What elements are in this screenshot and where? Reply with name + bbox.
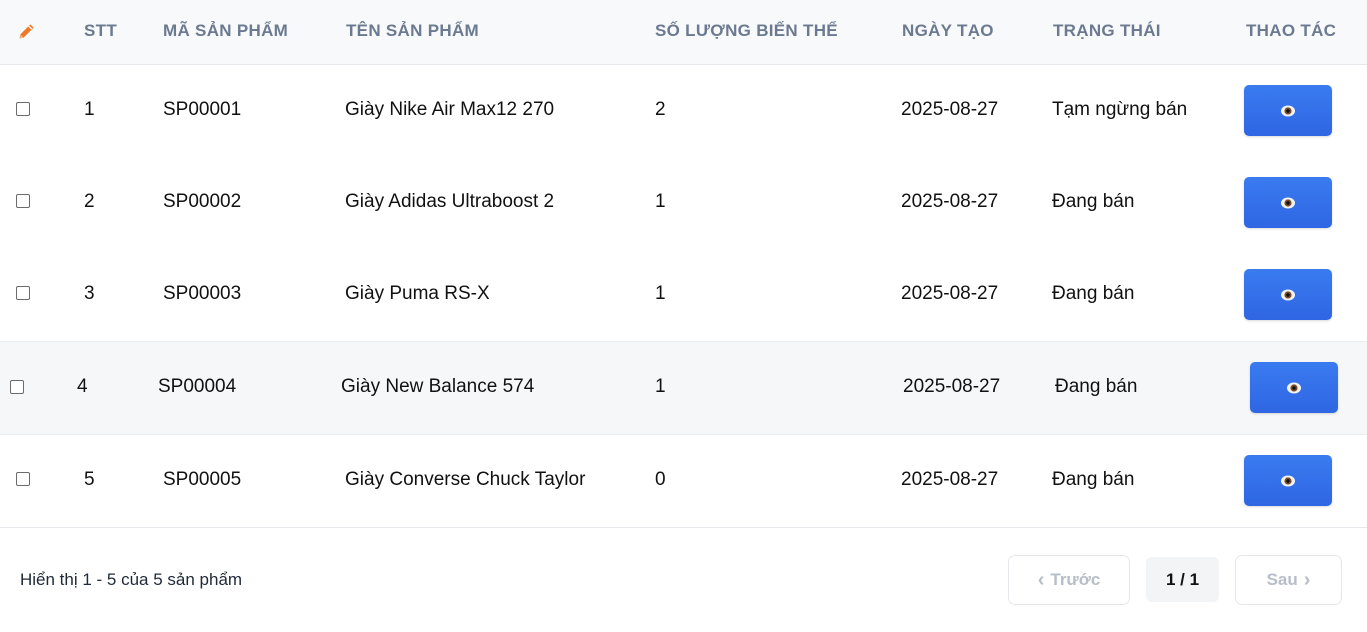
header-stt: STT (84, 21, 118, 40)
table-header: STT MÃ SẢN PHẨM TÊN SẢN PHẨM SỐ LƯỢNG BI… (0, 0, 1367, 65)
cell-stt: 2 (84, 191, 95, 212)
table-row: 5 SP00005 Giày Converse Chuck Taylor 0 2… (0, 435, 1367, 528)
cell-created-date: 2025-08-27 (901, 99, 999, 120)
next-page-label: Sau (1266, 570, 1298, 589)
row-checkbox[interactable] (16, 194, 30, 208)
cell-stt: 3 (84, 283, 95, 304)
next-page-button[interactable]: Sau › (1235, 555, 1342, 605)
table-row: 3 SP00003 Giày Puma RS-X 1 2025-08-27 Đa… (0, 249, 1367, 342)
row-checkbox[interactable] (16, 286, 30, 300)
header-actions: THAO TÁC (1246, 21, 1337, 40)
cell-product-name: Giày Adidas Ultraboost 2 (345, 191, 555, 212)
table-row: 2 SP00002 Giày Adidas Ultraboost 2 1 202… (0, 157, 1367, 250)
cell-product-code: SP00001 (163, 99, 242, 120)
row-checkbox[interactable] (16, 102, 30, 116)
cell-status: Đang bán (1052, 191, 1135, 212)
cell-product-name: Giày Converse Chuck Taylor (345, 469, 586, 490)
eye-icon (1281, 105, 1295, 116)
cell-variant-count: 0 (655, 469, 666, 490)
cell-stt: 1 (84, 99, 95, 120)
cell-created-date: 2025-08-27 (903, 376, 1001, 397)
cell-product-code: SP00002 (163, 191, 242, 212)
cell-product-code: SP00005 (163, 469, 242, 490)
table-row: 1 SP00001 Giày Nike Air Max12 270 2 2025… (0, 65, 1367, 158)
eye-icon (1281, 289, 1295, 300)
pagination-summary: Hiển thị 1 - 5 của 5 sản phẩm (20, 570, 243, 589)
eye-icon (1281, 197, 1295, 208)
cell-variant-count: 1 (655, 283, 666, 304)
header-created-date: NGÀY TẠO (902, 21, 994, 40)
view-button[interactable] (1244, 455, 1332, 506)
eye-icon (1287, 382, 1301, 393)
header-product-code: MÃ SẢN PHẨM (163, 21, 289, 40)
view-button[interactable] (1244, 85, 1332, 136)
cell-created-date: 2025-08-27 (901, 191, 999, 212)
cell-status: Đang bán (1055, 376, 1138, 397)
cell-stt: 4 (77, 376, 88, 397)
view-button[interactable] (1244, 269, 1332, 320)
table-row: 4 SP00004 Giày New Balance 574 1 2025-08… (0, 342, 1367, 435)
view-button[interactable] (1250, 362, 1338, 413)
cell-product-code: SP00003 (163, 283, 242, 304)
pencil-icon[interactable] (16, 21, 38, 41)
row-checkbox[interactable] (16, 472, 30, 486)
view-button[interactable] (1244, 177, 1332, 228)
header-status: TRẠNG THÁI (1053, 21, 1161, 40)
cell-variant-count: 2 (655, 99, 666, 120)
chevron-left-icon: ‹ (1037, 569, 1045, 591)
cell-created-date: 2025-08-27 (901, 283, 999, 304)
cell-status: Đang bán (1052, 469, 1135, 490)
header-variant-count: SỐ LƯỢNG BIẾN THỂ (655, 21, 838, 40)
eye-icon (1281, 475, 1295, 486)
header-product-name: TÊN SẢN PHẨM (346, 21, 479, 40)
cell-status: Tạm ngừng bán (1052, 99, 1188, 120)
cell-product-name: Giày Puma RS-X (345, 283, 490, 304)
row-checkbox[interactable] (10, 380, 24, 394)
prev-page-button[interactable]: ‹ Trước (1008, 555, 1130, 605)
cell-created-date: 2025-08-27 (901, 469, 999, 490)
cell-variant-count: 1 (655, 376, 666, 397)
table-footer: Hiển thị 1 - 5 của 5 sản phẩm ‹ Trước 1 … (0, 527, 1367, 632)
cell-variant-count: 1 (655, 191, 666, 212)
cell-status: Đang bán (1052, 283, 1135, 304)
prev-page-label: Trước (1050, 570, 1101, 589)
cell-product-name: Giày Nike Air Max12 270 (345, 99, 555, 120)
current-page-indicator: 1 / 1 (1146, 557, 1219, 602)
cell-product-code: SP00004 (158, 376, 237, 397)
cell-stt: 5 (84, 469, 95, 490)
chevron-right-icon: › (1303, 569, 1311, 591)
cell-product-name: Giày New Balance 574 (341, 376, 535, 397)
